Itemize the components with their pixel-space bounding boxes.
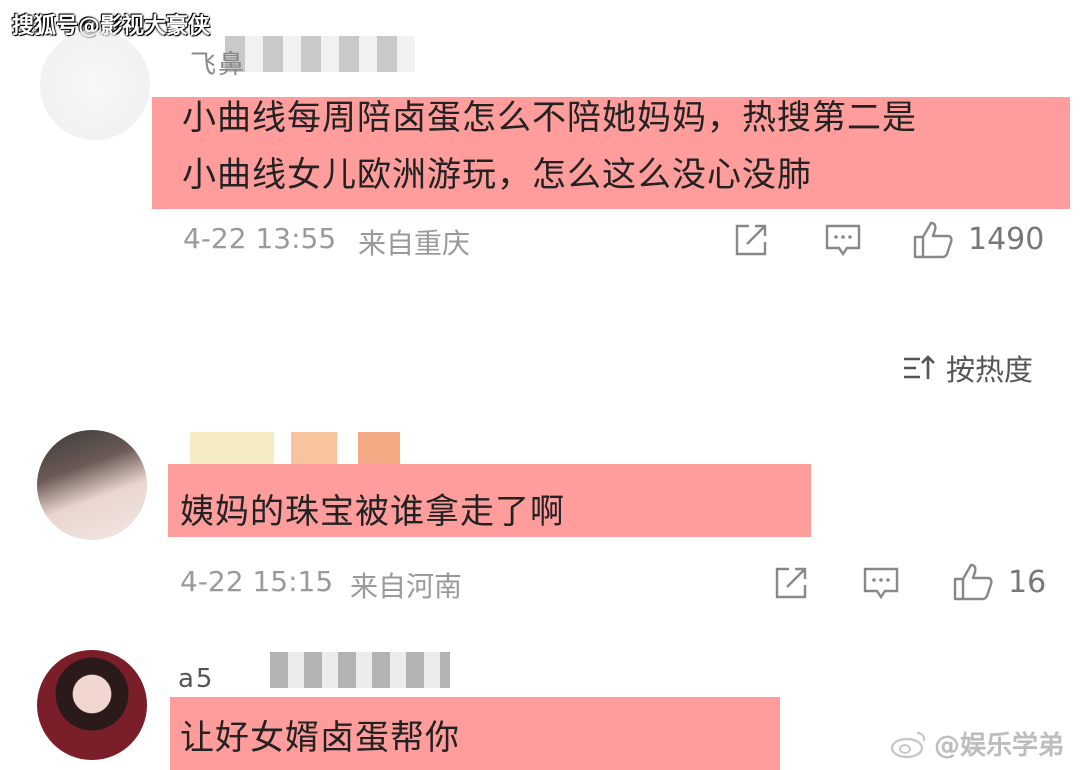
username-blur [225, 36, 415, 72]
sort-icon [904, 355, 935, 379]
share-icon[interactable] [733, 222, 769, 258]
comment-icon[interactable] [824, 222, 862, 258]
like-icon[interactable] [952, 562, 994, 602]
avatar[interactable] [37, 650, 147, 760]
comment-text-line: 让好女婿卤蛋帮你 [180, 718, 460, 758]
like-icon[interactable] [912, 220, 954, 260]
like-count: 1490 [968, 222, 1045, 257]
comment-date: 4-22 13:55 [183, 222, 337, 255]
comment-location: 来自重庆 [358, 227, 471, 260]
avatar[interactable] [37, 430, 147, 540]
sort-control[interactable]: 按热度 [902, 348, 1033, 388]
weibo-icon [890, 731, 926, 758]
footer-watermark-text: @娱乐学弟 [934, 731, 1065, 761]
comment-text-line: 姨妈的珠宝被谁拿走了啊 [180, 492, 565, 532]
sort-label: 按热度 [946, 353, 1034, 387]
comment-text-line: 小曲线女儿欧洲游玩，怎么这么没心没肺 [182, 155, 812, 195]
username-blur [270, 652, 450, 688]
avatar[interactable] [40, 30, 150, 140]
username[interactable]: a5 [178, 664, 214, 694]
share-icon[interactable] [773, 565, 809, 601]
weibo-watermark: @娱乐学弟 [890, 725, 1064, 762]
comment-icon[interactable] [862, 565, 900, 601]
comment-text-line: 小曲线每周陪卤蛋怎么不陪她妈妈，热搜第二是 [182, 98, 917, 138]
comment-location: 来自河南 [350, 570, 463, 603]
like-count: 16 [1008, 565, 1047, 600]
comment-date: 4-22 15:15 [180, 565, 334, 598]
username[interactable]: 飞鼻 [190, 44, 246, 81]
